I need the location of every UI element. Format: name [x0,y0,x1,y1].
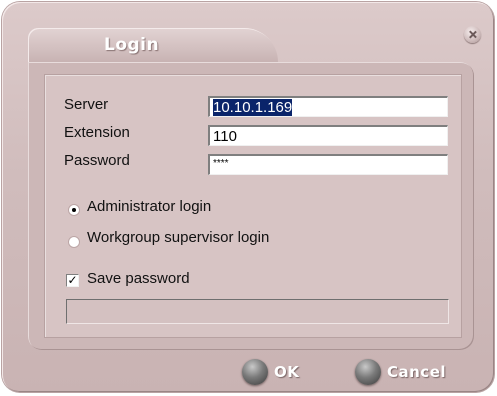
cancel-button[interactable]: Cancel [355,358,446,386]
password-value: **** [213,158,229,169]
server-value: 10.10.1.169 [213,99,293,116]
ok-button[interactable]: OK [242,358,299,386]
password-input[interactable]: **** [208,154,448,175]
server-label: Server [64,96,109,113]
save-password-label[interactable]: Save password [87,270,190,287]
cancel-knob-icon [355,359,381,385]
extension-value: 110 [213,128,237,145]
workgroup-supervisor-login-label[interactable]: Workgroup supervisor login [87,229,269,246]
ok-button-label: OK [274,363,300,381]
administrator-login-label[interactable]: Administrator login [87,198,211,215]
check-icon: ✓ [67,273,78,287]
close-icon[interactable] [464,26,481,43]
password-label: Password [64,152,130,169]
extension-label: Extension [64,124,130,141]
dialog-title: Login [104,35,160,55]
ok-knob-icon [242,359,268,385]
administrator-login-radio[interactable] [68,204,80,216]
status-field [66,299,449,324]
workgroup-supervisor-login-radio[interactable] [68,236,80,248]
server-input[interactable]: 10.10.1.169 [208,96,448,117]
save-password-checkbox[interactable]: ✓ [66,274,79,287]
extension-input[interactable]: 110 [208,125,448,146]
login-dialog: Login Server 10.10.1.169 Extension 110 P… [2,2,494,392]
cancel-button-label: Cancel [387,363,447,381]
